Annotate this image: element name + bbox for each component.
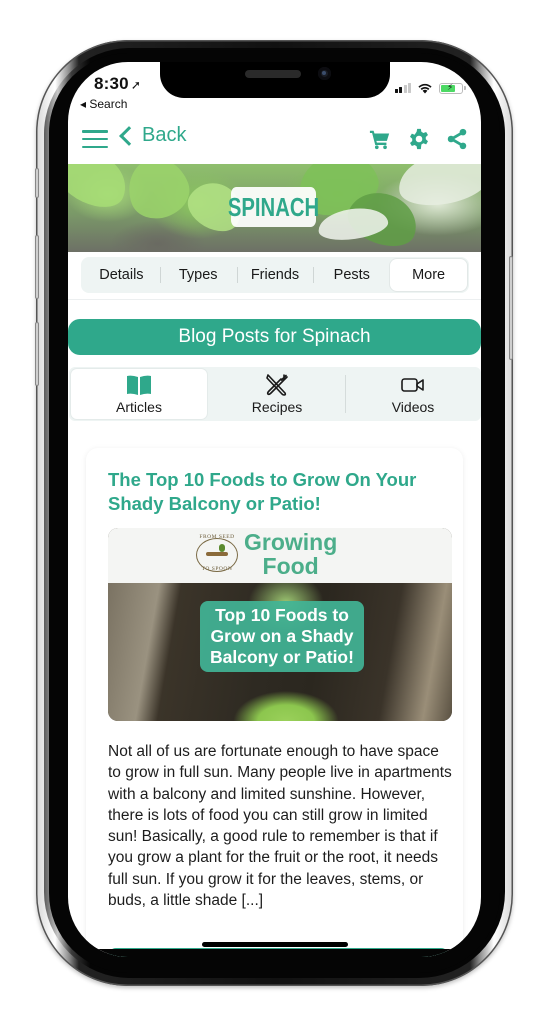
tab-recipes-label: Recipes — [251, 398, 303, 415]
image-heading-line2: Food — [262, 553, 319, 579]
status-indicators — [394, 82, 466, 94]
tab-videos[interactable]: Videos — [345, 367, 481, 421]
tab-pests[interactable]: Pests — [313, 259, 390, 291]
back-to-search[interactable]: ◂ Search — [80, 97, 127, 111]
article-card[interactable]: The Top 10 Foods to Grow On Your Shady B… — [86, 448, 463, 957]
logo-spoon — [206, 552, 228, 556]
blog-header: Blog Posts for Spinach — [68, 319, 481, 355]
time-label: 8:30 — [94, 74, 129, 93]
back-label: Back — [142, 124, 187, 146]
book-icon — [127, 375, 151, 395]
volume-up-button — [35, 235, 39, 299]
article-excerpt: Not all of us are fortunate enough to ha… — [108, 743, 452, 910]
image-heading-line1: Growing — [244, 529, 338, 555]
volume-down-button — [35, 322, 39, 386]
leaf-decoration — [68, 164, 136, 217]
battery-icon — [439, 82, 466, 94]
plant-banner-image: SPINACH — [68, 164, 481, 252]
leaf-decoration — [119, 164, 197, 227]
article-image[interactable]: FROM SEED TO SPOON Growing Food Top 10 F… — [108, 528, 452, 721]
blog-media-tabs: Articles Recipes Videos — [69, 367, 481, 421]
cart-icon[interactable] — [369, 128, 391, 150]
share-icon[interactable] — [446, 128, 468, 150]
tab-recipes[interactable]: Recipes — [209, 367, 345, 421]
back-button[interactable]: Back — [119, 124, 187, 147]
image-heading: Growing Food — [244, 530, 337, 578]
tab-types[interactable]: Types — [159, 259, 237, 291]
power-button — [509, 256, 513, 360]
logo-text-top: FROM SEED — [199, 534, 235, 540]
divider — [68, 299, 481, 300]
leaf-decoration — [394, 164, 481, 212]
hamburger-menu-icon[interactable] — [82, 130, 108, 148]
cellular-signal-icon — [394, 83, 411, 93]
notch — [160, 62, 390, 98]
front-camera — [318, 67, 331, 80]
tab-articles[interactable]: Articles — [71, 369, 207, 419]
chevron-left-icon — [119, 126, 139, 146]
tab-details[interactable]: Details — [83, 259, 160, 291]
home-indicator[interactable] — [202, 942, 348, 947]
video-camera-icon — [401, 377, 424, 392]
status-time: 8:30 ➚ — [94, 74, 141, 94]
location-arrow-icon: ➚ — [130, 78, 142, 92]
tab-articles-label: Articles — [116, 398, 162, 415]
article-title[interactable]: The Top 10 Foods to Grow On Your Shady B… — [108, 468, 448, 516]
phone-screen: 8:30➚ ◂ Search Back — [68, 62, 481, 957]
wifi-icon — [418, 83, 432, 94]
tab-more[interactable]: More — [390, 259, 467, 291]
utensils-icon — [266, 373, 288, 396]
speaker — [245, 70, 301, 78]
screen-bottom-edge — [68, 949, 481, 957]
image-caption: Top 10 Foods to Grow on a Shady Balcony … — [200, 601, 364, 672]
tab-videos-label: Videos — [391, 398, 435, 415]
gear-icon[interactable] — [408, 128, 430, 150]
banner-title: SPINACH — [228, 187, 319, 227]
navbar: Back — [68, 118, 481, 162]
logo-text-bottom: TO SPOON — [201, 566, 233, 572]
silent-switch — [35, 168, 39, 198]
plant-section-tabs: Details Types Friends Pests More — [81, 257, 469, 293]
logo-plant — [219, 544, 225, 552]
tab-friends[interactable]: Friends — [236, 259, 314, 291]
